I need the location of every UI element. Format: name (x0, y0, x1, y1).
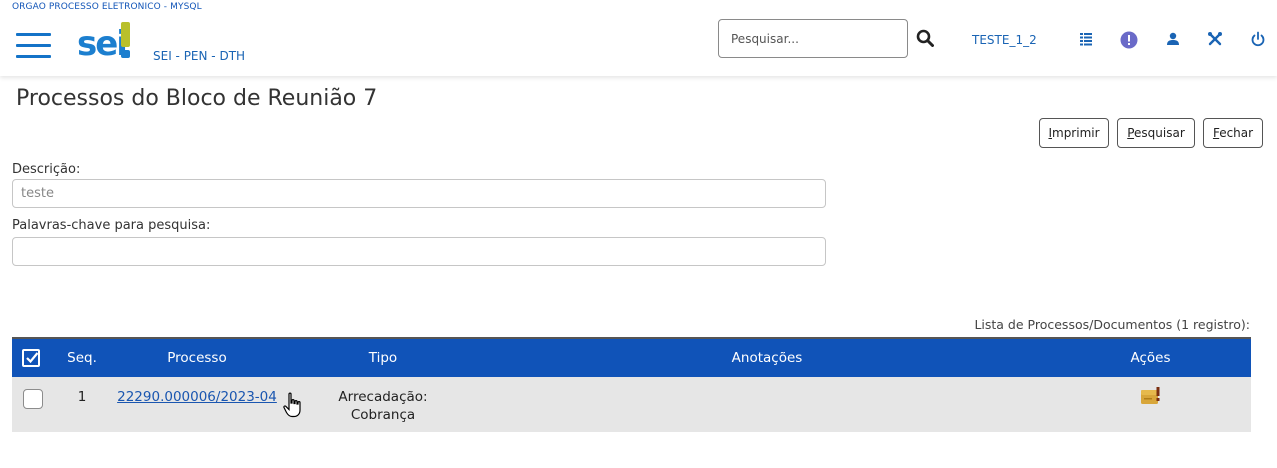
col-anotacoes[interactable]: Anotações (484, 338, 1050, 377)
unit-name[interactable]: SEI - PEN - DTH (153, 49, 245, 63)
search-icon[interactable] (916, 29, 934, 47)
search-input[interactable] (718, 19, 908, 58)
search-accesskey: P (1127, 126, 1135, 140)
close-button[interactable]: Fechar (1203, 118, 1263, 148)
power-icon[interactable] (1250, 31, 1266, 47)
user-icon[interactable] (1165, 31, 1181, 47)
annotation-icon[interactable] (1140, 387, 1161, 405)
table-caption: Lista de Processos/Documentos (1 registr… (974, 317, 1250, 332)
select-all-cell (12, 338, 52, 377)
row-select-cell (12, 377, 52, 432)
hand-cursor-icon (283, 392, 301, 418)
row-actions-cell (1050, 377, 1251, 432)
description-label: Descrição: (12, 162, 81, 177)
check-icon (26, 352, 39, 364)
sei-logo[interactable]: sei (77, 22, 130, 64)
print-button[interactable]: Imprimir (1039, 118, 1109, 148)
print-label: mprimir (1052, 126, 1100, 140)
user-link[interactable]: TESTE_1_2 (972, 33, 1037, 47)
table-header-row: Seq. Processo Tipo Anotações Ações (12, 338, 1251, 377)
select-all-checkbox[interactable] (22, 349, 40, 367)
col-seq[interactable]: Seq. (52, 338, 112, 377)
row-checkbox[interactable] (23, 389, 43, 409)
col-processo[interactable]: Processo (112, 338, 282, 377)
close-label: echar (1219, 126, 1254, 140)
table-row: 1 22290.000006/2023-04 Arrecadação: Cobr… (12, 377, 1251, 432)
keywords-label: Palavras-chave para pesquisa: (12, 218, 211, 233)
row-processo-cell: 22290.000006/2023-04 (112, 377, 282, 432)
search-button[interactable]: Pesquisar (1117, 118, 1195, 148)
description-field[interactable] (12, 179, 826, 208)
tools-icon[interactable] (1207, 31, 1223, 47)
process-link[interactable]: 22290.000006/2023-04 (117, 389, 277, 405)
row-tipo-cell: Arrecadação: Cobrança (282, 377, 484, 432)
menu-icon[interactable] (16, 33, 51, 60)
row-seq: 1 (77, 389, 87, 405)
row-anotacoes (484, 377, 1050, 432)
logo-text: sei (77, 24, 128, 64)
keywords-field[interactable] (12, 237, 826, 266)
grid-icon[interactable] (1078, 31, 1094, 47)
col-tipo[interactable]: Tipo (282, 338, 484, 377)
process-table: Seq. Processo Tipo Anotações Ações 1 222… (12, 337, 1251, 432)
search-label: esquisar (1134, 126, 1185, 140)
row-tipo-line1: Arrecadação: (338, 389, 428, 405)
logo-bang-icon (121, 22, 130, 58)
org-name: ORGAO PROCESSO ELETRONICO - MYSQL (12, 2, 202, 12)
top-header: ORGAO PROCESSO ELETRONICO - MYSQL sei SE… (0, 0, 1277, 76)
row-tipo-line2: Cobrança (350, 407, 416, 423)
page-title: Processos do Bloco de Reunião 7 (16, 86, 378, 111)
alert-icon[interactable] (1120, 31, 1138, 49)
col-acoes: Ações (1130, 350, 1171, 366)
